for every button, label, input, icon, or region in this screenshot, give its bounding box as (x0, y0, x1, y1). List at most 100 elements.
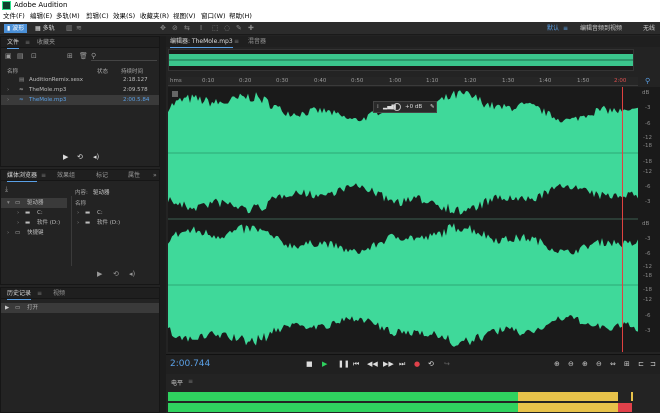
fast-forward-button[interactable]: ▶▶ (383, 360, 394, 368)
search-icon[interactable]: ⚲ (91, 52, 157, 61)
current-time[interactable]: 2:00.744 (170, 359, 210, 369)
media-panel-menu-icon[interactable]: ≡ (41, 172, 46, 180)
menu-effects[interactable]: 效果(S) (113, 11, 135, 22)
content-value[interactable]: 驱动器 (93, 188, 110, 196)
delete-icon[interactable]: 🗑 (79, 52, 88, 61)
spectral-display-icon[interactable]: ▥ (66, 25, 73, 32)
expand-arrow-icon[interactable]: › (77, 218, 79, 228)
split-divider[interactable] (71, 196, 72, 266)
volume-knob-icon[interactable] (393, 103, 401, 111)
spot-healing-tool-icon[interactable]: ✚ (248, 25, 255, 32)
lasso-tool-icon[interactable]: ◌ (224, 25, 231, 32)
hud-volume-value[interactable]: +0 dB (405, 102, 422, 112)
playhead-line[interactable] (621, 87, 623, 352)
tab-media-browser[interactable]: 媒体浏览器 (7, 172, 38, 182)
pause-button[interactable]: ❚❚ (338, 360, 350, 368)
tree-item[interactable]: › ▬ C: (1, 208, 67, 218)
tab-files[interactable]: 文件 (7, 39, 20, 49)
history-panel-menu-icon[interactable]: ≡ (37, 290, 42, 298)
zoom-selection-icon[interactable]: ⊞ (624, 360, 630, 368)
tab-markers[interactable]: 标记 (96, 172, 108, 180)
rewind-button[interactable]: ◀◀ (367, 360, 378, 368)
menu-window[interactable]: 窗口(W) (201, 11, 226, 22)
zoom-out-time-icon[interactable]: ⊖ (596, 360, 602, 368)
workspace-wireless[interactable]: 无线 (643, 24, 655, 33)
razor-tool-icon[interactable]: ⊘ (172, 25, 179, 32)
tab-history[interactable]: 历史记录 (7, 290, 32, 300)
import-icon[interactable]: ⤓ (5, 185, 8, 194)
menu-help[interactable]: 帮助(H) (229, 11, 252, 22)
loop-preview-icon[interactable]: ⟲ (77, 153, 83, 162)
tab-editor[interactable]: 编辑器: TheMole.mp3 (170, 38, 233, 48)
list-item[interactable]: › ▬ C: (75, 208, 159, 218)
workspace-menu-icon[interactable]: ≡ (563, 24, 568, 33)
expand-arrow-icon[interactable]: › (17, 218, 19, 228)
menu-file[interactable]: 文件(F) (3, 11, 25, 22)
move-to-previous-button[interactable]: ⏮ (353, 360, 359, 369)
menu-favorites[interactable]: 收藏夹(R) (140, 11, 169, 22)
autoplay-icon[interactable]: ◂) (93, 153, 99, 162)
overflow-chevron-icon[interactable]: » (153, 172, 157, 180)
autoplay-icon[interactable]: ◂) (129, 270, 135, 279)
play-button[interactable]: ▶ (322, 360, 327, 368)
list-item[interactable]: › ▬ 软件 (D:) (75, 218, 159, 228)
file-row-selected[interactable]: › ≈ TheMole.mp3 2:00.5.84 (1, 95, 159, 105)
open-file-icon[interactable]: ▣ (5, 52, 12, 61)
new-file-icon[interactable]: ▤ (17, 52, 24, 61)
expand-arrow-icon[interactable]: ▾ (7, 198, 10, 208)
record-button[interactable]: ● (414, 360, 420, 368)
slip-tool-icon[interactable]: ⇆ (184, 25, 191, 32)
zoom-in-amplitude-icon[interactable]: ⊕ (554, 360, 560, 368)
skip-selection-button[interactable]: ↪ (444, 360, 450, 368)
pitch-display-icon[interactable]: ≋ (76, 25, 83, 32)
editor-tab-menu-icon[interactable]: ≡ (234, 38, 239, 46)
workspace-edit-audio-video[interactable]: 编辑音频到视频 (580, 24, 622, 33)
loop-preview-icon[interactable]: ⟲ (113, 270, 119, 279)
tree-item-drives[interactable]: ▾ ▭ 驱动器 (1, 198, 67, 208)
import-file-icon[interactable]: ⊡ (31, 52, 37, 61)
tree-item-shortcuts[interactable]: › ▭ 快捷键 (1, 228, 67, 238)
file-row[interactable]: › ≈ TheMole.mp3 2:09.578 (1, 85, 159, 95)
column-name[interactable]: 名称 (75, 199, 86, 207)
zoom-in-left-icon[interactable]: ⊏ (638, 360, 644, 368)
column-status[interactable]: 状态 (97, 67, 108, 75)
tab-effects-rack[interactable]: 效果组 (57, 172, 75, 180)
play-preview-icon[interactable]: ▶ (97, 270, 102, 279)
tree-item[interactable]: › ▬ 软件 (D:) (1, 218, 67, 228)
expand-arrow-icon[interactable]: › (77, 208, 79, 218)
waveform-display[interactable]: ⁞ ▂▄▆ +0 dB ✎ (168, 87, 638, 352)
expand-arrow-icon[interactable]: › (7, 95, 9, 105)
column-name[interactable]: 名称 (7, 67, 18, 75)
insert-icon[interactable]: ⊞ (67, 52, 73, 61)
menu-edit[interactable]: 编辑(E) (30, 11, 52, 22)
time-selection-handle-icon[interactable] (172, 91, 178, 97)
hud-volume-control[interactable]: ⁞ ▂▄▆ +0 dB ✎ (373, 101, 437, 113)
waveform-overview[interactable] (168, 49, 634, 71)
history-item[interactable]: ▶ ▭ 打开 (1, 303, 159, 313)
expand-arrow-icon[interactable]: › (7, 85, 9, 95)
menu-clip[interactable]: 剪辑(C) (86, 11, 109, 22)
tab-favorites[interactable]: 收藏夹 (37, 39, 55, 47)
tab-mixer[interactable]: 混音器 (248, 38, 266, 46)
brush-tool-icon[interactable]: ✎ (236, 25, 243, 32)
pin-icon[interactable]: ✎ (430, 102, 435, 112)
move-tool-icon[interactable]: ✥ (160, 25, 167, 32)
zoom-in-time-icon[interactable]: ⊕ (582, 360, 588, 368)
menu-view[interactable]: 视图(V) (173, 11, 196, 22)
column-duration[interactable]: 持续时间 (121, 67, 143, 75)
waveform-mode-button[interactable]: ▮ 波形 (4, 24, 28, 33)
tab-properties[interactable]: 属性 (128, 172, 140, 180)
workspace-default[interactable]: 默认 (547, 24, 559, 33)
tab-video[interactable]: 视频 (53, 290, 65, 298)
time-selection-tool-icon[interactable]: I (200, 25, 207, 32)
time-ruler[interactable]: hms 0:10 0:20 0:30 0:40 0:50 1:00 1:10 1… (168, 77, 638, 86)
files-panel-menu-icon[interactable]: ≡ (25, 39, 30, 47)
menu-multitrack[interactable]: 多轨(M) (56, 11, 80, 22)
multitrack-mode-button[interactable]: ▦ 多轨 (32, 24, 58, 33)
expand-arrow-icon[interactable]: › (7, 228, 9, 238)
zoom-in-right-icon[interactable]: ⊐ (650, 360, 656, 368)
expand-arrow-icon[interactable]: › (17, 208, 19, 218)
stop-button[interactable]: ■ (306, 360, 313, 368)
file-row[interactable]: ▤ AuditionRemix.sesx 2:18.127 (1, 75, 159, 85)
zoom-icon[interactable]: ⚲ (645, 77, 650, 85)
